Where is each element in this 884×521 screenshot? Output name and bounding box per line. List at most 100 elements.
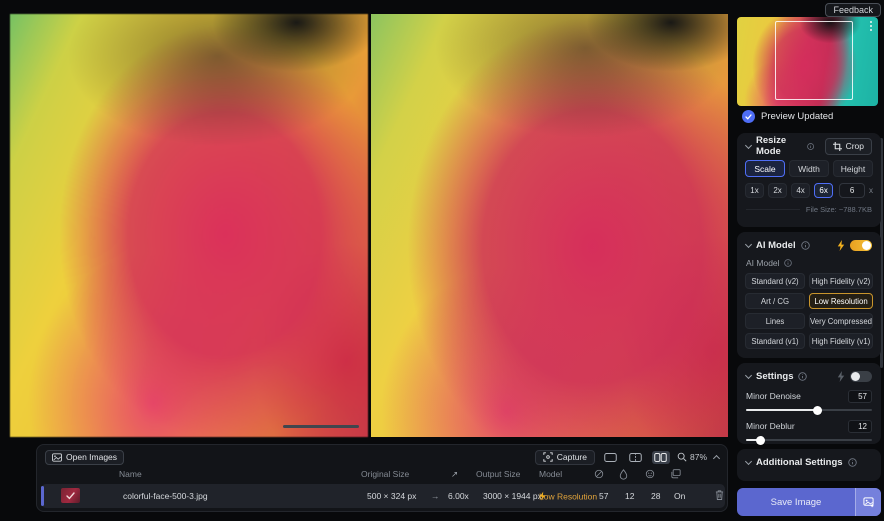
resize-mode-tabs: Scale Width Height [737,159,881,177]
settings-auto-toggle[interactable] [850,371,872,382]
model-very-compressed-button[interactable]: Very Compressed [809,313,873,329]
resize-mode-section: Resize Mode Crop Scale Width Height 1x 2… [737,133,881,227]
ai-auto-toggle[interactable] [850,240,872,251]
row-thumbnail[interactable] [61,488,80,503]
crop-button[interactable]: Crop [825,138,872,155]
info-icon [784,259,792,267]
deblur-column-icon [619,469,628,482]
compression-column-icon [671,469,681,481]
chevron-down-icon[interactable] [745,371,752,378]
collapse-panel-icon[interactable] [713,454,720,461]
factor-6x-button[interactable]: 6x [814,183,833,198]
model-lines-button[interactable]: Lines [745,313,805,329]
before-image[interactable] [10,14,368,437]
tab-width[interactable]: Width [789,160,829,177]
deblur-label: Minor Deblur [746,421,848,431]
original-size-value: 500 × 324 px [367,491,416,501]
zoom-control[interactable]: 87% [677,452,707,462]
model-cell: Low Resolution [539,492,546,501]
ai-model-title: AI Model [756,240,796,251]
before-image-content [10,14,368,437]
save-options-segment[interactable] [855,488,881,516]
app-window: Feedback Preview Updated Resize Mode [0,0,884,521]
save-image-button[interactable]: Save Image [737,488,881,516]
check-circle-icon [742,110,755,123]
horizontal-scrollbar[interactable] [283,425,359,428]
preview-thumbnail[interactable] [737,17,878,106]
chevron-down-icon[interactable] [745,141,752,148]
info-icon [798,372,807,381]
preview-status-text: Preview Updated [761,111,833,122]
split-view-icon[interactable] [627,451,645,464]
scale-column-icon: ↗ [451,469,458,480]
capture-label: Capture [557,452,587,462]
tab-scale[interactable]: Scale [745,160,785,177]
denoise-value-input[interactable]: 57 [848,390,872,403]
tab-height[interactable]: Height [833,160,873,177]
lightning-icon [837,371,845,382]
denoise-label: Minor Denoise [746,391,848,401]
scale-value: 6.00x [448,491,469,501]
file-size-text: File Size: ~788.7KB [806,205,872,214]
additional-settings-title: Additional Settings [756,457,843,468]
open-images-button[interactable]: Open Images [45,450,124,465]
file-table-header: Name Original Size ↗ Output Size Model [37,469,727,481]
factor-1x-button[interactable]: 1x [745,183,764,198]
capture-button[interactable]: Capture [535,450,595,465]
image-icon [52,453,62,462]
selected-row-indicator [41,486,44,506]
scale-factor-buttons: 1x 2x 4x 6x 6 x [737,177,881,198]
denoise-slider[interactable] [746,409,872,411]
additional-settings-section: Additional Settings [737,449,881,481]
face-recovery-value: 28 [651,491,660,501]
ai-model-grid: Standard (v2) High Fidelity (v2) Art / C… [737,273,881,349]
right-panel: Preview Updated Resize Mode Crop Scale W… [734,0,884,521]
model-standard-v2-button[interactable]: Standard (v2) [745,273,805,289]
arrow-right-icon: → [431,491,440,501]
save-image-label: Save Image [737,497,855,508]
crop-region-overlay[interactable] [775,21,853,100]
model-high-fidelity-v1-button[interactable]: High Fidelity (v1) [809,333,873,349]
factor-2x-button[interactable]: 2x [768,183,787,198]
after-image[interactable] [371,14,728,437]
settings-section: Settings Minor Denoise 57 Minor Deblur 1… [737,363,881,444]
denoise-value: 57 [599,491,608,501]
info-icon [801,241,810,250]
file-queue-panel: Open Images Capture 87% [36,444,728,512]
deblur-slider[interactable] [746,439,872,441]
save-image-icon [863,497,874,508]
ai-model-section: AI Model AI Model Standard (v2) High Fid… [737,232,881,358]
capture-icon [543,452,553,462]
ai-model-label: AI Model [746,258,780,268]
open-images-label: Open Images [66,452,117,462]
deblur-value: 12 [625,491,634,501]
chevron-down-icon[interactable] [745,240,752,247]
crop-icon [833,142,842,151]
delete-row-icon[interactable] [715,490,724,503]
model-low-resolution-button[interactable]: Low Resolution [809,293,873,309]
custom-scale-input[interactable]: 6 [839,183,865,198]
info-icon [807,142,814,151]
divider [746,209,800,210]
preview-status: Preview Updated [742,110,833,123]
deblur-value-input[interactable]: 12 [848,420,872,433]
single-view-icon[interactable] [602,451,620,464]
model-art-cg-button[interactable]: Art / CG [745,293,805,309]
lightning-icon [837,240,845,251]
resize-mode-title: Resize Mode [756,135,802,157]
denoise-slider-row: Minor Denoise 57 [737,389,881,411]
file-row[interactable]: colorful-face-500-3.jpg 500 × 324 px → 6… [41,484,725,508]
more-options-icon[interactable] [869,21,873,33]
model-high-fidelity-v2-button[interactable]: High Fidelity (v2) [809,273,873,289]
col-name: Name [119,469,142,479]
face-recovery-column-icon [645,469,655,481]
file-name: colorful-face-500-3.jpg [123,491,208,501]
chevron-down-icon[interactable] [745,457,752,464]
denoise-column-icon [594,469,604,481]
check-icon [66,492,75,500]
factor-4x-button[interactable]: 4x [791,183,810,198]
model-standard-v1-button[interactable]: Standard (v1) [745,333,805,349]
side-by-side-view-icon[interactable] [652,451,670,464]
col-original-size: Original Size [361,469,409,479]
output-size-value: 3000 × 1944 px [483,491,542,501]
